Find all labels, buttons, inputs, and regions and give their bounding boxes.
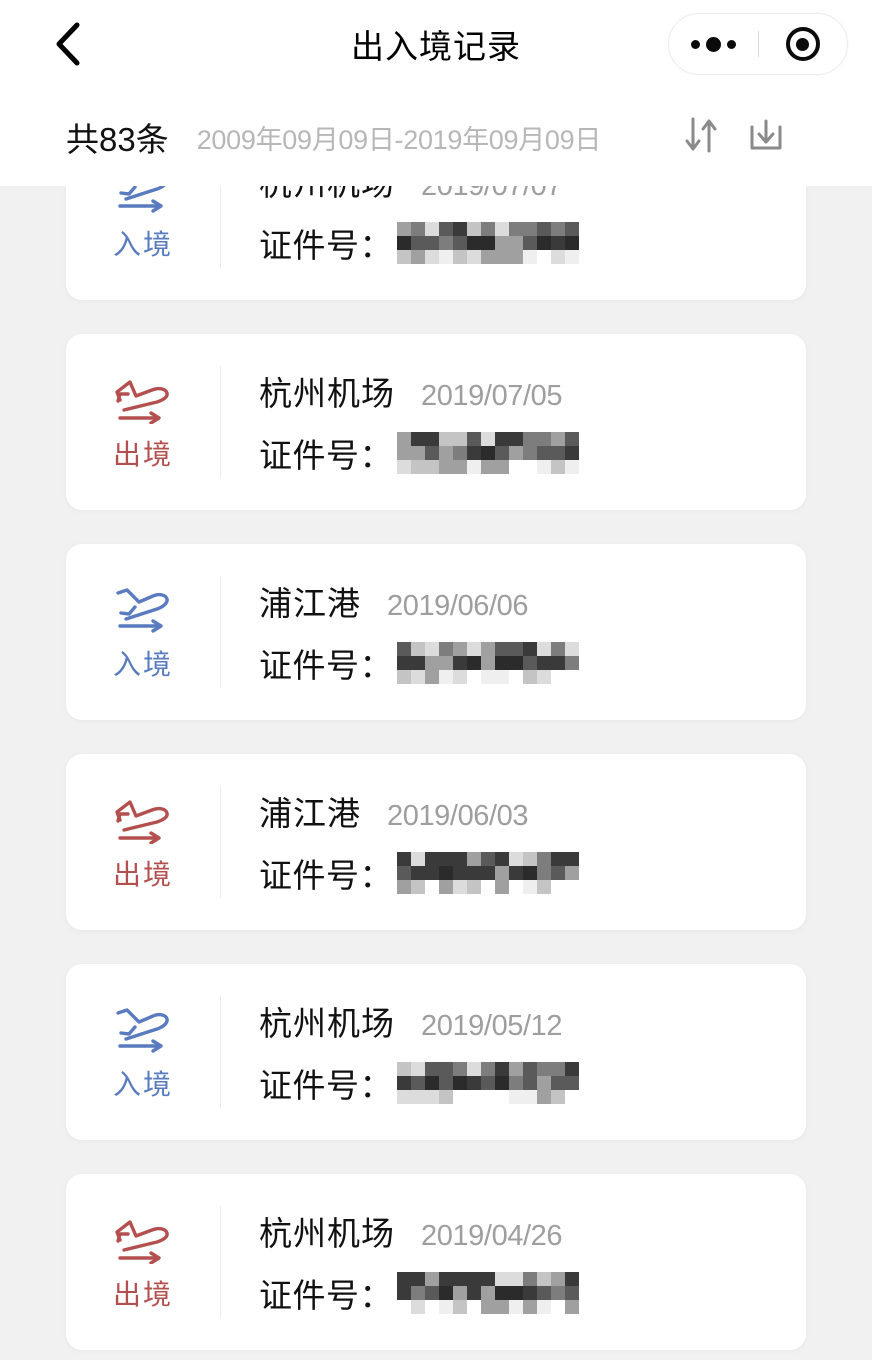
record-card[interactable]: 入境 浦江港 2019/06/06 证件号： [66, 544, 806, 720]
record-details: 浦江港 2019/06/06 证件号： [221, 577, 806, 687]
app-screen: 出入境记录 共83条 2009年09月09日-2019年09月09日 入境 20… [0, 0, 872, 1360]
document-row: 证件号： [259, 1059, 806, 1107]
record-card[interactable]: 出境 杭州机场 2019/04/26 证件号： [66, 1174, 806, 1350]
target-circle-icon [785, 27, 820, 61]
direction-indicator: 入境 [66, 581, 220, 683]
record-card[interactable]: 入境 杭州机场 2019/05/12 证件号： [66, 964, 806, 1140]
direction-label: 入境 [112, 1069, 173, 1100]
close-button[interactable] [759, 14, 848, 74]
more-dots-icon [726, 39, 736, 49]
target-core [796, 37, 810, 51]
plane-takeoff-icon [112, 791, 174, 847]
direction-indicator: 入境 [66, 186, 220, 263]
plane-takeoff-icon [112, 1211, 174, 1267]
document-number-redacted [397, 222, 579, 264]
record-date: 2019/06/06 [387, 590, 529, 622]
record-details: 杭州机场 2019/05/12 证件号： [221, 997, 806, 1107]
sort-button[interactable] [684, 117, 718, 158]
document-label: 证件号： [259, 857, 393, 894]
document-number-redacted [397, 1062, 579, 1104]
document-number-redacted [397, 852, 579, 894]
record-date: 2019/04/26 [421, 1220, 563, 1252]
document-row: 证件号： [259, 219, 806, 267]
plane-landing-icon [112, 581, 174, 637]
record-header-row: 杭州机场 2019/05/12 [259, 997, 806, 1045]
record-date: 2019/07/05 [421, 380, 563, 412]
direction-label: 出境 [112, 1279, 173, 1310]
record-header-row: 浦江港 2019/06/03 [259, 787, 806, 835]
direction-indicator: 出境 [66, 371, 220, 473]
direction-label: 入境 [112, 649, 173, 680]
navigation-bar: 出入境记录 [0, 0, 872, 88]
summary-actions [684, 117, 844, 158]
mini-program-capsule [668, 13, 848, 75]
record-header-row: 杭州机场 2019/07/07 [259, 186, 806, 205]
direction-label: 入境 [112, 229, 173, 260]
plane-landing-icon [112, 1001, 174, 1057]
download-icon [748, 117, 784, 158]
document-number-redacted [397, 1272, 579, 1314]
sort-arrows-icon [684, 117, 718, 158]
record-card[interactable]: 出境 杭州机场 2019/07/05 证件号： [66, 334, 806, 510]
summary-bar: 共83条 2009年09月09日-2019年09月09日 [0, 88, 872, 186]
document-label: 证件号： [259, 647, 393, 684]
port-name: 浦江港 [259, 585, 361, 622]
record-date: 2019/06/03 [387, 800, 529, 832]
document-label: 证件号： [259, 1067, 393, 1104]
record-header-row: 浦江港 2019/06/06 [259, 577, 806, 625]
document-row: 证件号： [259, 1269, 806, 1317]
document-row: 证件号： [259, 639, 806, 687]
document-number-redacted [397, 642, 579, 684]
document-row: 证件号： [259, 429, 806, 477]
document-label: 证件号： [259, 1277, 393, 1314]
document-number-redacted [397, 432, 579, 474]
direction-indicator: 出境 [66, 791, 220, 893]
plane-landing-icon [112, 186, 174, 217]
document-label: 证件号： [259, 227, 393, 264]
port-name: 杭州机场 [259, 186, 395, 205]
record-details: 杭州机场 2019/07/05 证件号： [221, 367, 806, 477]
port-name: 杭州机场 [259, 1215, 395, 1252]
record-header-row: 杭州机场 2019/04/26 [259, 1207, 806, 1255]
record-list[interactable]: 入境杭州机场2019/07/07证件号：出境杭州机场2019/07/05证件号：… [0, 186, 872, 1360]
record-card[interactable]: 出境 浦江港 2019/06/03 证件号： [66, 754, 806, 930]
record-details: 杭州机场 2019/04/26 证件号： [221, 1207, 806, 1317]
record-details: 浦江港 2019/06/03 证件号： [221, 787, 806, 897]
port-name: 杭州机场 [259, 1005, 395, 1042]
direction-indicator: 出境 [66, 1211, 220, 1313]
more-button[interactable] [669, 14, 758, 74]
direction-label: 出境 [112, 439, 173, 470]
document-row: 证件号： [259, 849, 806, 897]
record-card[interactable]: 入境 杭州机场 2019/07/07 证件号： [66, 186, 806, 300]
more-dots-icon [690, 39, 700, 49]
record-details: 杭州机场 2019/07/07 证件号： [221, 186, 806, 267]
plane-takeoff-icon [112, 371, 174, 427]
port-name: 杭州机场 [259, 375, 395, 412]
more-dots-icon [705, 36, 721, 52]
date-range-filter[interactable]: 2009年09月09日-2019年09月09日 [197, 118, 602, 157]
direction-label: 出境 [112, 859, 173, 890]
direction-indicator: 入境 [66, 1001, 220, 1103]
record-date: 2019/05/12 [421, 1010, 563, 1042]
download-button[interactable] [748, 117, 784, 158]
record-header-row: 杭州机场 2019/07/05 [259, 367, 806, 415]
record-list-inner: 入境杭州机场2019/07/07证件号：出境杭州机场2019/07/05证件号：… [66, 186, 806, 1360]
document-label: 证件号： [259, 437, 393, 474]
record-date: 2019/07/07 [421, 186, 563, 202]
record-count: 共83条 [66, 121, 169, 158]
port-name: 浦江港 [259, 795, 361, 832]
